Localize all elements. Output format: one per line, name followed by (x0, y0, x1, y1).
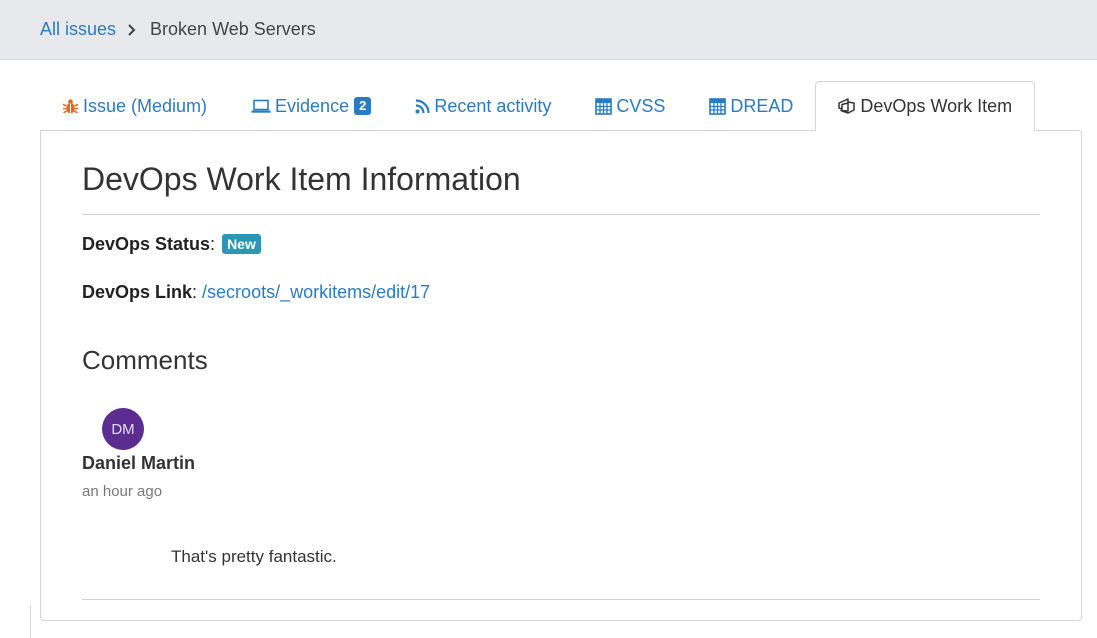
tab-dread[interactable]: DREAD (687, 81, 815, 131)
bug-icon (62, 98, 79, 115)
breadcrumb-all-issues-link[interactable]: All issues (40, 19, 116, 40)
devops-panel: DevOps Work Item Information DevOps Stat… (40, 130, 1082, 621)
tab-devops-label: DevOps Work Item (860, 95, 1013, 116)
tab-issue-label: Issue (Medium) (83, 95, 208, 116)
panel-title: DevOps Work Item Information (82, 161, 521, 197)
avatar: DM (102, 408, 144, 450)
devops-status-label: DevOps Status (82, 234, 211, 254)
comment-author: Daniel Martin (82, 453, 196, 473)
comment-text: That's pretty fantastic. (171, 547, 337, 566)
devops-link-field: DevOps Link: /secroots/_workitems/edit/1… (82, 282, 431, 302)
tab-issue[interactable]: Issue (Medium) (40, 81, 229, 131)
rss-icon (415, 98, 430, 114)
calculator-icon (709, 97, 727, 115)
breadcrumb-current: Broken Web Servers (150, 19, 316, 39)
comments-divider (82, 599, 1040, 600)
tab-cvss[interactable]: CVSS (573, 81, 687, 131)
comment-timestamp: an hour ago (82, 483, 163, 500)
tab-dread-label: DREAD (730, 95, 794, 116)
status-badge: New (222, 234, 261, 254)
devops-link[interactable]: /secroots/_workitems/edit/17 (202, 282, 430, 302)
azure-devops-icon (838, 98, 856, 114)
title-divider (82, 214, 1040, 215)
devops-status-field: DevOps Status: New (82, 234, 261, 255)
tab-recent-activity-label: Recent activity (434, 95, 552, 116)
laptop-icon (251, 99, 271, 114)
chevron-right-icon (127, 23, 137, 37)
calculator-icon (595, 97, 613, 115)
devops-link-label: DevOps Link (82, 282, 193, 302)
tab-evidence-label: Evidence (275, 95, 350, 116)
tab-evidence[interactable]: Evidence 2 (229, 81, 393, 131)
tab-devops-work-item[interactable]: DevOps Work Item (815, 81, 1036, 131)
comments-title: Comments (82, 345, 208, 375)
breadcrumb: All issues Broken Web Servers (0, 0, 1097, 60)
tab-recent-activity[interactable]: Recent activity (393, 81, 573, 131)
evidence-count-badge: 2 (354, 97, 372, 115)
tab-cvss-label: CVSS (616, 95, 666, 116)
divider (30, 605, 31, 638)
tab-bar: Issue (Medium) Evidence 2 Recent activit… (40, 81, 1036, 131)
